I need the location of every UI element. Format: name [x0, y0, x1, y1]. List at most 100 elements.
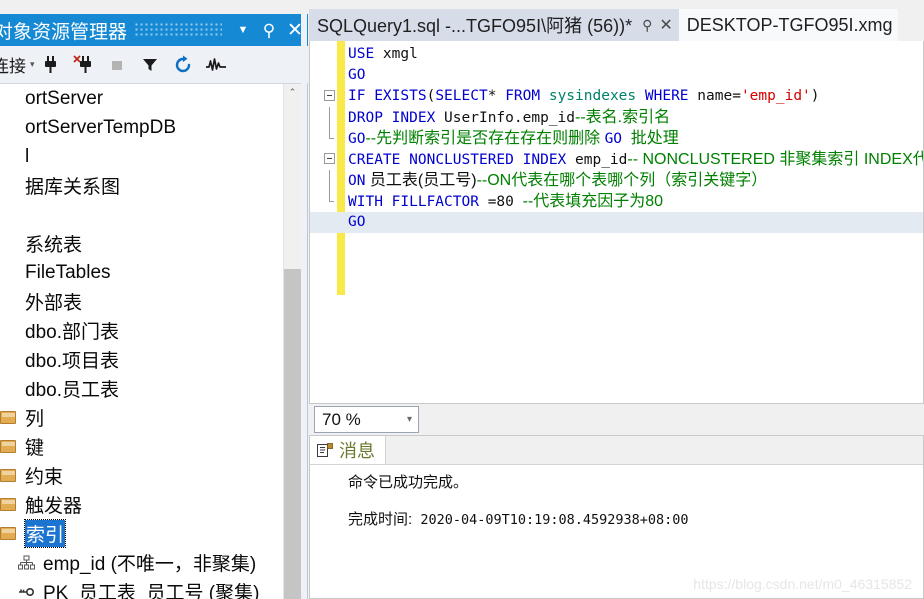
object-explorer-title: 对象资源管理器 [0, 21, 128, 43]
completion-label: 完成时间: [348, 511, 413, 528]
code-token: GO [348, 131, 366, 147]
close-icon[interactable]: ✕ [659, 15, 672, 35]
fold-collapse-icon[interactable] [324, 153, 335, 164]
fold-collapse-icon[interactable] [324, 90, 335, 101]
code-token: * [487, 88, 506, 104]
tree-item[interactable]: dbo.员工表 [0, 374, 285, 403]
drag-handle-dots[interactable] [135, 23, 222, 37]
zoom-level-value: 70 % [322, 409, 361, 429]
tree-item-label: ortServerTempDB [25, 116, 176, 138]
refresh-icon[interactable] [167, 50, 200, 80]
code-token: SELECT [435, 88, 488, 104]
code-token: CREATE [348, 152, 401, 168]
code-line[interactable]: IF EXISTS(SELECT* FROM sysindexes WHERE … [310, 86, 923, 107]
scroll-up-icon[interactable]: ⌃ [284, 84, 301, 101]
code-line[interactable]: GO [310, 65, 923, 86]
tree-item-label: dbo.项目表 [25, 351, 119, 372]
code-token: -- NONCLUSTERED 非聚集索引 INDEX代表创建的是索引 [627, 151, 924, 168]
folder-icon [0, 440, 22, 453]
tree-item-indexes[interactable]: 索引 [0, 519, 285, 548]
code-line[interactable]: GO--先判断索引是否存在存在则删除 GO 批处理 [310, 128, 923, 149]
tree-item-label: 约束 [25, 467, 64, 488]
tree-item-label: emp_id (不唯一，非聚集) [43, 554, 257, 575]
tree-item-label: l [25, 145, 30, 167]
connect-dropdown-button[interactable]: 连接 ▾ [0, 52, 35, 77]
tab-label: DESKTOP-TGFO95I.xmg [686, 14, 893, 35]
scrollbar-thumb[interactable] [284, 269, 301, 599]
tree-item-label: FileTables [25, 261, 111, 283]
folder-icon [0, 498, 22, 511]
code-token: --先判断索引是否存在存在则删除 [365, 130, 605, 147]
code-line[interactable]: WITH FILLFACTOR =80 --代表填充因子为80 [310, 191, 923, 212]
object-explorer-toolbar: 连接 ▾ [0, 46, 308, 84]
code-token: GO [348, 214, 366, 230]
code-line[interactable]: GO [310, 212, 923, 233]
tree-item-columns[interactable]: 列 [0, 403, 285, 432]
window-menu-button[interactable]: ▼ [230, 15, 256, 45]
code-line[interactable]: ON 员工表(员工号)--ON代表在哪个表哪个列（索引关键字） [310, 170, 923, 191]
pin-icon[interactable]: ⚲ [642, 17, 652, 34]
folder-icon [0, 411, 22, 424]
tree-item[interactable]: 系统表 [0, 229, 285, 258]
editor-tabstrip: SQLQuery1.sql -...TGFO95I\阿猪 (56))* ⚲ ✕ … [309, 9, 924, 41]
messages-body[interactable]: 命令已成功完成。 完成时间: 2020-04-09T10:19:08.45929… [310, 465, 923, 531]
connect-label: 连接 [0, 57, 26, 76]
tree-item-keys[interactable]: 键 [0, 432, 285, 461]
code-line[interactable]: CREATE NONCLUSTERED INDEX emp_id-- NONCL… [310, 149, 924, 170]
code-line[interactable]: USE xmgl [310, 44, 923, 65]
stop-icon[interactable] [101, 50, 134, 80]
watermark: https://blog.csdn.net/m0_46315852 [693, 576, 912, 592]
tree-item-index-pk[interactable]: PK_员工表_员工号 (聚集) [0, 577, 285, 599]
tree-item-spacer [0, 200, 285, 229]
tree-item-triggers[interactable]: 触发器 [0, 490, 285, 519]
tree-item[interactable]: FileTables [0, 258, 285, 287]
tree-item[interactable]: ortServerTempDB [0, 113, 285, 142]
disconnect-icon[interactable] [68, 50, 101, 80]
object-explorer-tree[interactable]: ortServer ortServerTempDB l 据库关系图 系统表 Fi… [0, 84, 285, 599]
tree-item-index-emp-id[interactable]: emp_id (不唯一，非聚集) [0, 548, 285, 577]
tree-item-label: 触发器 [25, 496, 83, 517]
code-token: ON [348, 173, 366, 189]
tree-item[interactable]: 外部表 [0, 287, 285, 316]
tab-sqlquery1[interactable]: SQLQuery1.sql -...TGFO95I\阿猪 (56))* ⚲ ✕ [309, 9, 679, 41]
ssms-window: 对象资源管理器 ▼ ⚲ ✕ 连接 ▾ ortServer ortServerTe… [0, 0, 924, 599]
tree-item-label: 系统表 [25, 235, 83, 256]
tree-item[interactable]: dbo.部门表 [0, 316, 285, 345]
sql-code-editor[interactable]: USE xmgl GO IF EXISTS(SELECT* FROM sysin… [309, 41, 924, 404]
pin-button[interactable]: ⚲ [256, 15, 282, 45]
object-explorer-scrollbar[interactable]: ⌃ [283, 84, 301, 599]
code-token: WHERE [644, 88, 689, 104]
code-token: --代表填充因子为80 [522, 193, 664, 210]
tree-item[interactable]: 据库关系图 [0, 171, 285, 200]
code-token: ) [810, 88, 820, 104]
tree-item[interactable]: ortServer [0, 84, 285, 113]
results-tabstrip: 消息 [310, 436, 923, 465]
activity-monitor-icon[interactable] [200, 50, 233, 80]
zoom-level-select[interactable]: 70 % ▾ [314, 406, 419, 433]
code-token: GO [348, 67, 366, 83]
connect-icon[interactable] [35, 50, 68, 80]
message-line: 命令已成功完成。 [348, 474, 469, 491]
fold-guide [329, 107, 330, 128]
code-token: name= [688, 88, 741, 104]
tab-desktop-xmgl[interactable]: DESKTOP-TGFO95I.xmg [678, 9, 899, 41]
code-token: --表名.索引名 [575, 109, 671, 126]
tab-label: 消息 [339, 441, 375, 461]
tree-item[interactable]: dbo.项目表 [0, 345, 285, 374]
filter-icon[interactable] [134, 50, 167, 80]
tree-item-constraints[interactable]: 约束 [0, 461, 285, 490]
code-token: GO [604, 131, 623, 147]
tab-messages[interactable]: 消息 [310, 436, 386, 464]
pin-icon: ⚲ [262, 20, 276, 40]
tree-item[interactable]: l [0, 142, 285, 171]
code-line[interactable]: DROP INDEX UserInfo.emp_id--表名.索引名 [310, 107, 923, 128]
completion-line: 完成时间: 2020-04-09T10:19:08.4592938+08:00 [348, 508, 923, 531]
code-token: =80 [478, 194, 523, 210]
code-token: DROP [348, 110, 383, 126]
code-token: FILLFACTOR [391, 194, 479, 210]
